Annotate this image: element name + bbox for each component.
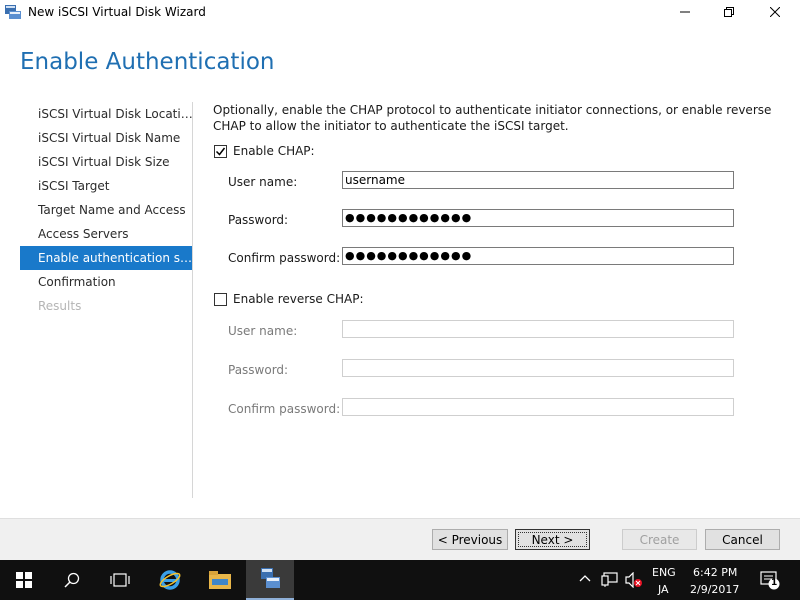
chevron-up-icon [579,575,591,582]
tray-overflow-button[interactable] [579,572,591,587]
close-icon [770,7,780,17]
internet-explorer-icon [159,570,181,590]
reverse-username-label: User name: [228,324,298,338]
taskbar: ENG JA 6:42 PM 2/9/2017 1 [0,560,800,600]
windows-logo-icon [16,572,32,588]
nav-item-iscsi-target[interactable]: iSCSI Target [20,174,193,198]
checkbox-box[interactable] [214,144,227,158]
clock-date[interactable]: 2/9/2017 [690,583,739,596]
focus-ring [518,532,587,547]
minimize-button[interactable] [662,0,708,24]
clock-time[interactable]: 6:42 PM [693,566,737,579]
next-button[interactable]: Next > [515,529,590,550]
language-indicator-top[interactable]: ENG [652,566,676,579]
reverse-username-input [342,320,734,338]
reverse-confirm-password-label: Confirm password: [228,402,341,416]
search-button[interactable] [48,560,96,600]
reverse-password-input [342,359,734,377]
restore-button[interactable] [706,0,752,24]
speaker-muted-icon [625,571,642,589]
internet-explorer-button[interactable] [146,560,194,600]
search-icon [64,572,80,588]
chap-username-label: User name: [228,175,298,189]
nav-divider [192,102,193,498]
action-center-button[interactable]: 1 [760,570,780,590]
chap-password-label: Password: [228,213,289,227]
wizard-window: New iSCSI Virtual Disk Wizard Enable Aut… [0,0,800,561]
network-tray-button[interactable] [601,572,619,591]
nav-item-results: Results [38,299,82,313]
notification-count: 1 [771,578,778,588]
page-title: Enable Authentication [20,49,275,75]
nav-item-confirmation[interactable]: Confirmation [20,270,193,294]
minimize-icon [680,11,690,13]
nav-item-disk-location[interactable]: iSCSI Virtual Disk Location [20,102,193,126]
nav-item-enable-authentication[interactable]: Enable authentication ser... [20,246,193,270]
wizard-nav: iSCSI Virtual Disk Location iSCSI Virtua… [20,102,193,318]
task-view-icon [110,573,130,587]
nav-item-access-servers[interactable]: Access Servers [20,222,193,246]
file-explorer-button[interactable] [196,560,244,600]
cancel-button[interactable]: Cancel [705,529,780,550]
chap-confirm-password-input[interactable]: ●●●●●●●●●●●● [342,247,734,265]
language-indicator-bottom[interactable]: JA [658,583,669,596]
server-manager-icon [261,568,280,588]
checkbox-box[interactable] [214,292,227,306]
title-bar[interactable]: New iSCSI Virtual Disk Wizard [0,0,800,24]
enable-reverse-chap-checkbox[interactable]: Enable reverse CHAP: [214,291,364,307]
nav-item-disk-name[interactable]: iSCSI Virtual Disk Name [20,126,193,150]
create-button: Create [622,529,697,550]
restore-icon [724,7,734,17]
enable-reverse-chap-label: Enable reverse CHAP: [233,292,364,306]
description-text: Optionally, enable the CHAP protocol to … [213,103,772,133]
server-manager-taskbar-button[interactable] [246,560,294,600]
checkmark-icon [215,147,226,156]
reverse-password-label: Password: [228,363,289,377]
chap-confirm-password-label: Confirm password: [228,251,341,265]
network-icon [601,572,618,587]
previous-button[interactable]: < Previous [432,529,508,550]
nav-item-target-name-access[interactable]: Target Name and Access [20,198,193,222]
server-manager-icon [5,5,21,19]
previous-button-label: < Previous [437,532,503,547]
create-button-label: Create [639,532,680,547]
enable-chap-label: Enable CHAP: [233,144,315,158]
cancel-button-label: Cancel [722,532,763,547]
start-button[interactable] [0,560,48,600]
chap-password-input[interactable]: ●●●●●●●●●●●● [342,209,734,227]
chap-username-input[interactable]: username [342,171,734,189]
task-view-button[interactable] [96,560,144,600]
window-title: New iSCSI Virtual Disk Wizard [28,5,206,19]
nav-item-disk-size[interactable]: iSCSI Virtual Disk Size [20,150,193,174]
folder-icon [209,571,231,589]
volume-tray-button[interactable] [625,571,643,591]
close-button[interactable] [752,0,798,24]
reverse-confirm-password-input [342,398,734,416]
enable-chap-checkbox[interactable]: Enable CHAP: [214,143,315,159]
